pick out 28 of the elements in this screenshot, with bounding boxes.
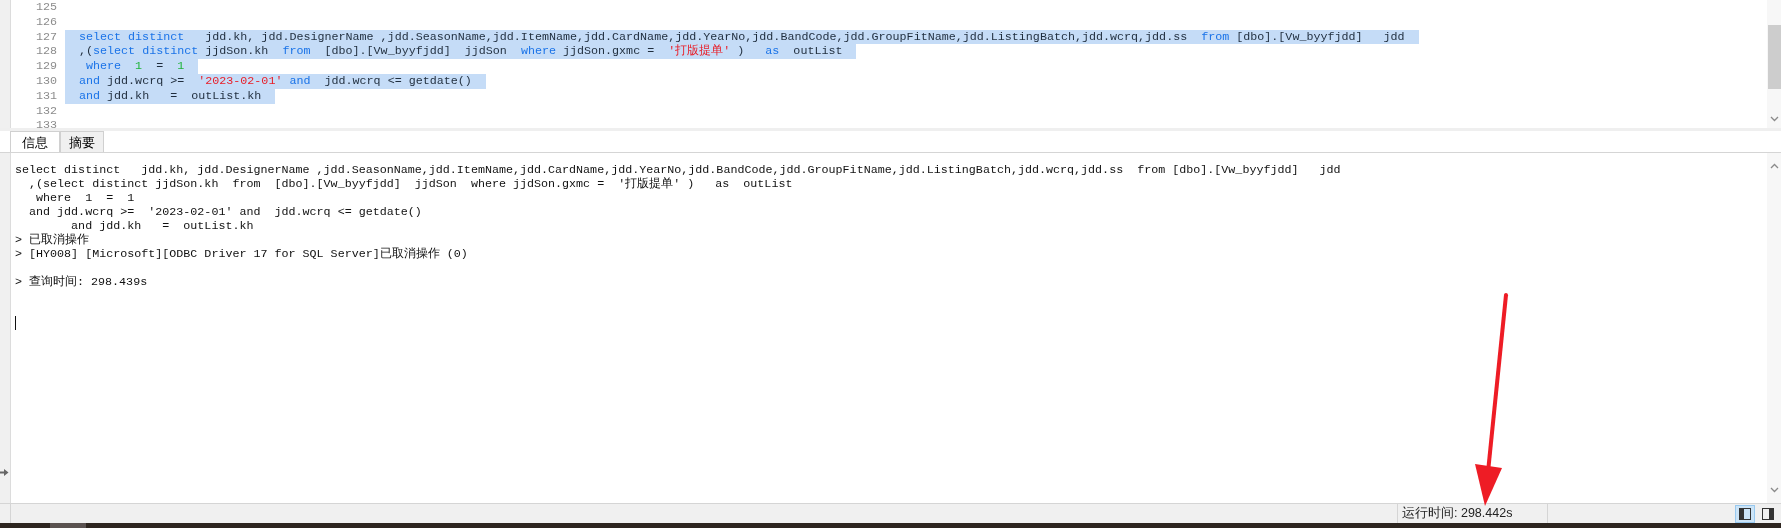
line-number: 131 — [34, 88, 57, 104]
output-line: where 1 = 1 — [35, 191, 135, 205]
output-line: and jdd.wcrq >= '2023-02-01' and jdd.wcrq <= getdate() — [28, 205, 422, 219]
line-number: 126 — [34, 14, 57, 30]
line-number: 130 — [34, 74, 57, 89]
layout-toggle[interactable] — [1735, 504, 1755, 523]
line-number: 132 — [34, 103, 57, 119]
line-number: 128 — [34, 44, 57, 60]
output-line: select distinct jdd.kh, jdd.DesignerName ,jdd.SeasonName,jdd.ItemName,jdd.CardName,jdd.YearNo,jdd.BandCode,jdd.GroupFitName,jdd.ListingBatch,jdd.wcrq,jdd.ss from [dbo].[Vw_byyfjdd] jdd — [15, 163, 1341, 177]
text-cursor — [15, 316, 16, 330]
vertical-scrollbar[interactable] — [1767, 153, 1781, 503]
line-number: 129 — [34, 59, 57, 74]
scroll-down-icon[interactable] — [1769, 116, 1779, 122]
output-line: > 查询时间: 298.439s — [15, 275, 148, 289]
sql-editor[interactable] — [0, 0, 1781, 128]
vertical-scrollbar[interactable] — [1767, 0, 1781, 128]
output-line: > [HY008] [Microsoft][ODBC Driver 17 for SQL Server]已取消操作 (0) — [15, 247, 468, 261]
scroll-up-icon[interactable] — [1769, 163, 1779, 169]
line-number: 127 — [34, 29, 57, 45]
output-line: ,(select distinct jjdSon.kh from [dbo].[Vw_byyfjdd] jjdSon where jjdSon.gxmc = '打版提单' ) as outList — [28, 177, 793, 191]
output-line: and jdd.kh = outList.kh — [70, 219, 254, 233]
scroll-down-icon[interactable] — [1769, 487, 1779, 493]
line-number: 133 — [34, 118, 57, 128]
output-line: > 已取消操作 — [15, 233, 90, 247]
expand-arrow-icon[interactable] — [0, 468, 9, 477]
tab[interactable]: 信息 — [10, 131, 60, 152]
tab[interactable]: 摘要 — [60, 131, 104, 152]
line-number: 125 — [34, 0, 57, 15]
